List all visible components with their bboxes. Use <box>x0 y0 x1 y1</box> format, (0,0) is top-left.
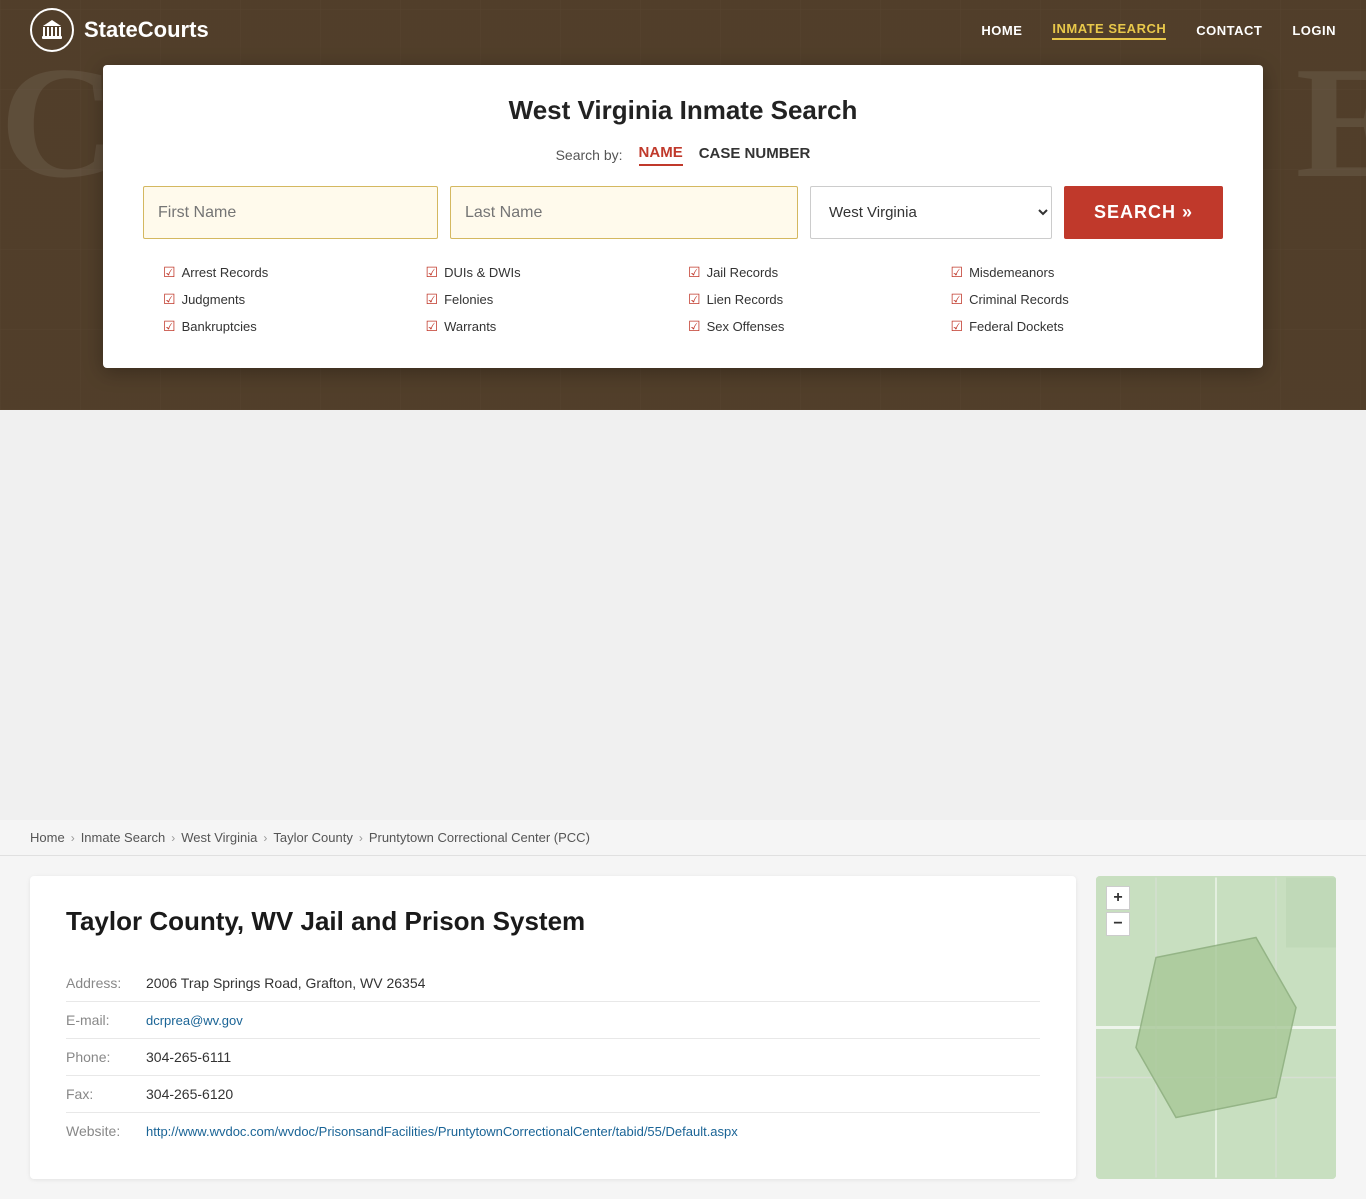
check-label: Lien Records <box>707 292 784 307</box>
map-panel: + − <box>1096 876 1336 1179</box>
check-icon: ☑ <box>163 291 176 308</box>
breadcrumb-inmate-search[interactable]: Inmate Search <box>81 830 166 845</box>
check-icon: ☑ <box>163 318 176 335</box>
check-icon: ☑ <box>426 264 439 281</box>
address-label: Address: <box>66 965 146 1002</box>
check-label: Bankruptcies <box>182 319 257 334</box>
check-icon: ☑ <box>426 318 439 335</box>
site-logo[interactable]: StateCourts <box>30 8 209 52</box>
fax-row: Fax: 304-265-6120 <box>66 1076 1040 1113</box>
breadcrumb-west-virginia[interactable]: West Virginia <box>181 830 257 845</box>
breadcrumb-sep-3: › <box>263 831 267 845</box>
check-label: Misdemeanors <box>969 265 1054 280</box>
checkmarks-grid: ☑ Arrest Records ☑ DUIs & DWIs ☑ Jail Re… <box>143 261 1223 338</box>
facility-card: Taylor County, WV Jail and Prison System… <box>30 876 1076 1179</box>
check-criminal-records: ☑ Criminal Records <box>951 288 1204 311</box>
check-misdemeanors: ☑ Misdemeanors <box>951 261 1204 284</box>
search-row: West Virginia Alabama Alaska Arizona Ark… <box>143 186 1223 239</box>
map-zoom-out[interactable]: − <box>1106 912 1130 936</box>
check-icon: ☑ <box>951 318 964 335</box>
check-felonies: ☑ Felonies <box>426 288 679 311</box>
map-background <box>1096 876 1336 1179</box>
breadcrumb-sep-2: › <box>171 831 175 845</box>
email-label: E-mail: <box>66 1002 146 1039</box>
nav-inmate-search[interactable]: INMATE SEARCH <box>1052 21 1166 40</box>
nav-links: HOME INMATE SEARCH CONTACT LOGIN <box>981 21 1336 40</box>
address-row: Address: 2006 Trap Springs Road, Grafton… <box>66 965 1040 1002</box>
info-table: Address: 2006 Trap Springs Road, Grafton… <box>66 965 1040 1149</box>
check-icon: ☑ <box>951 264 964 281</box>
website-row: Website: http://www.wvdoc.com/wvdoc/Pris… <box>66 1113 1040 1150</box>
nav-home[interactable]: HOME <box>981 23 1022 38</box>
breadcrumb: Home › Inmate Search › West Virginia › T… <box>0 820 1366 856</box>
nav-contact[interactable]: CONTACT <box>1196 23 1262 38</box>
breadcrumb-taylor-county[interactable]: Taylor County <box>273 830 352 845</box>
website-value: http://www.wvdoc.com/wvdoc/PrisonsandFac… <box>146 1113 1040 1150</box>
check-duis: ☑ DUIs & DWIs <box>426 261 679 284</box>
search-by-label: Search by: <box>556 147 623 163</box>
fax-label: Fax: <box>66 1076 146 1113</box>
top-navigation: StateCourts HOME INMATE SEARCH CONTACT L… <box>0 0 1366 60</box>
search-button[interactable]: SEARCH » <box>1064 186 1223 239</box>
check-icon: ☑ <box>426 291 439 308</box>
address-value: 2006 Trap Springs Road, Grafton, WV 2635… <box>146 965 1040 1002</box>
facility-title: Taylor County, WV Jail and Prison System <box>66 906 1040 937</box>
state-select[interactable]: West Virginia Alabama Alaska Arizona Ark… <box>810 186 1052 239</box>
check-icon: ☑ <box>688 291 701 308</box>
phone-row: Phone: 304-265-6111 <box>66 1039 1040 1076</box>
breadcrumb-home[interactable]: Home <box>30 830 65 845</box>
fax-value: 304-265-6120 <box>146 1076 1040 1113</box>
breadcrumb-current: Pruntytown Correctional Center (PCC) <box>369 830 590 845</box>
check-label: Criminal Records <box>969 292 1069 307</box>
check-icon: ☑ <box>951 291 964 308</box>
check-icon: ☑ <box>688 318 701 335</box>
check-lien-records: ☑ Lien Records <box>688 288 941 311</box>
check-label: Federal Dockets <box>969 319 1064 334</box>
phone-value: 304-265-6111 <box>146 1039 1040 1076</box>
breadcrumb-sep-4: › <box>359 831 363 845</box>
hero-section: COURTHOUSE StateCourts HOME INMATE SEARC <box>0 0 1366 410</box>
search-by-row: Search by: NAME CASE NUMBER <box>143 144 1223 166</box>
search-modal: West Virginia Inmate Search Search by: N… <box>103 65 1263 368</box>
breadcrumb-sep-1: › <box>71 831 75 845</box>
check-federal-dockets: ☑ Federal Dockets <box>951 315 1204 338</box>
check-label: Judgments <box>182 292 246 307</box>
main-content: Taylor County, WV Jail and Prison System… <box>0 856 1366 1199</box>
check-label: DUIs & DWIs <box>444 265 521 280</box>
tab-name[interactable]: NAME <box>639 144 683 166</box>
tab-case-number[interactable]: CASE NUMBER <box>699 145 811 165</box>
check-label: Arrest Records <box>182 265 269 280</box>
check-icon: ☑ <box>688 264 701 281</box>
map-zoom-in[interactable]: + <box>1106 886 1130 910</box>
phone-label: Phone: <box>66 1039 146 1076</box>
check-warrants: ☑ Warrants <box>426 315 679 338</box>
logo-text: StateCourts <box>84 17 209 43</box>
last-name-input[interactable] <box>450 186 798 239</box>
check-icon: ☑ <box>163 264 176 281</box>
check-label: Felonies <box>444 292 493 307</box>
email-link[interactable]: dcrprea@wv.gov <box>146 1013 243 1028</box>
nav-login[interactable]: LOGIN <box>1292 23 1336 38</box>
modal-title: West Virginia Inmate Search <box>143 95 1223 126</box>
email-row: E-mail: dcrprea@wv.gov <box>66 1002 1040 1039</box>
check-label: Jail Records <box>707 265 779 280</box>
check-judgments: ☑ Judgments <box>163 288 416 311</box>
website-link[interactable]: http://www.wvdoc.com/wvdoc/PrisonsandFac… <box>146 1124 738 1139</box>
email-value: dcrprea@wv.gov <box>146 1002 1040 1039</box>
check-bankruptcies: ☑ Bankruptcies <box>163 315 416 338</box>
website-label: Website: <box>66 1113 146 1150</box>
check-label: Warrants <box>444 319 496 334</box>
map-controls: + − <box>1106 886 1130 936</box>
check-sex-offenses: ☑ Sex Offenses <box>688 315 941 338</box>
check-jail-records: ☑ Jail Records <box>688 261 941 284</box>
first-name-input[interactable] <box>143 186 438 239</box>
logo-icon <box>30 8 74 52</box>
check-label: Sex Offenses <box>707 319 785 334</box>
check-arrest-records: ☑ Arrest Records <box>163 261 416 284</box>
